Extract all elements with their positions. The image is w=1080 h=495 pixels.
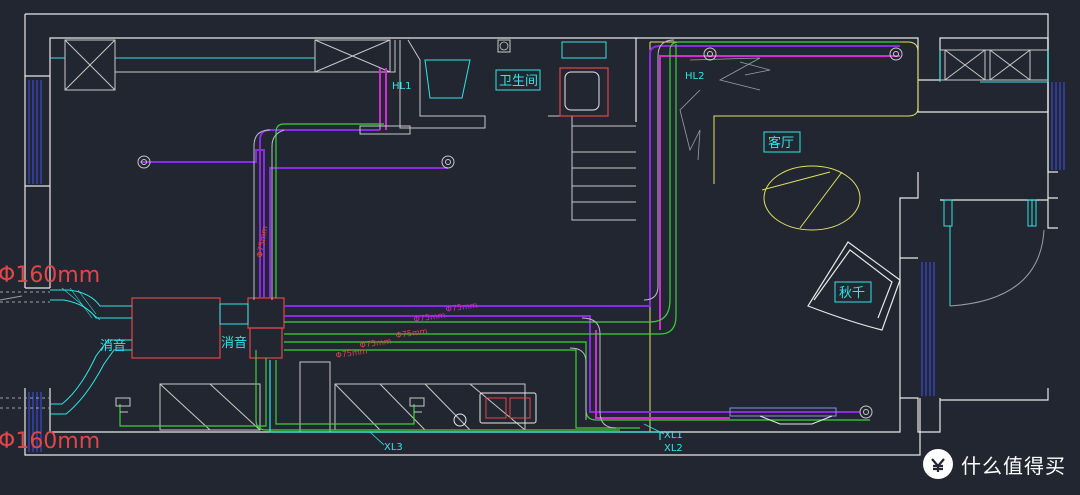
silencer-label-center: 消音 [221,335,247,351]
watermark: 什么值得买 [923,449,1066,479]
cabinets [50,41,1049,99]
room-labels: 卫生间 客厅 秋千 [495,69,872,303]
floor-plan-stage: 卫生间 客厅 秋千 消音 消音 HL1 HL2 XL1 XL2 XL3 Φ75m… [0,0,1080,491]
fresh-air-unit [50,287,285,415]
green-ducts [119,41,900,440]
air-outlets [115,47,903,419]
living-room-outline [649,41,919,432]
kitchen-sink [453,392,537,427]
silencer-label-left: 消音 [100,338,126,354]
watermark-text: 什么值得买 [961,453,1066,478]
watermark-logo [923,449,953,479]
tag-xl3: XL3 [384,442,403,453]
duct-size-labels: Φ75mm Φ75mm Φ75mm Φ75mm Φ75mm Φ75mm [255,225,478,360]
room-label-swing: 秋千 [839,286,865,301]
floor-plan-drawing: 卫生间 客厅 秋千 消音 消音 HL1 HL2 XL1 XL2 XL3 Φ75m… [0,13,1065,456]
duct-label-h1: Φ75mm [445,301,478,314]
linear-diffuser [729,407,837,425]
room-label-living-room: 客厅 [768,135,794,151]
dimension-label-bottom: Φ160mm [0,429,100,454]
tag-hl1: HL1 [392,81,411,92]
tag-hl2: HL2 [685,71,704,82]
door-swing [943,199,1045,307]
silencer-labels: 消音 消音 [100,335,247,354]
duct-elbows [253,39,675,429]
tag-xl2: XL2 [664,443,683,454]
duct-label-h3: Φ75mm [395,327,428,340]
windows [28,80,1065,452]
dimension-label-top: Φ160mm [0,263,100,288]
room-label-bathroom: 卫生间 [499,74,538,89]
walls [24,13,1058,456]
duct-label-vertical: Φ75mm [255,225,269,258]
duct-label-h5: Φ75mm [335,347,368,360]
tag-xl1: XL1 [664,430,683,441]
